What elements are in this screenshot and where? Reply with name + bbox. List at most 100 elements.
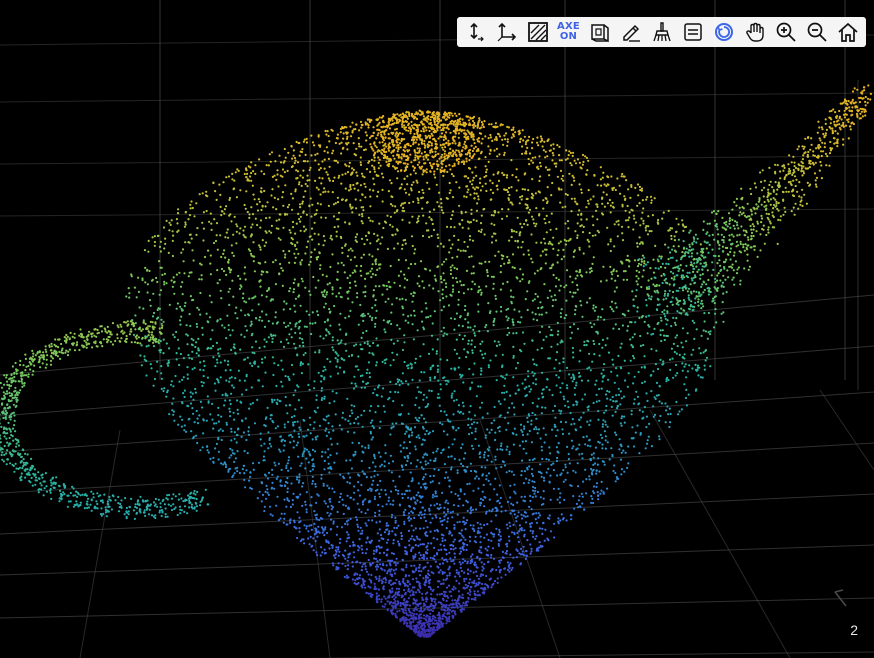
cloud-point (407, 609, 411, 612)
cloud-point (361, 215, 364, 218)
cloud-point (397, 391, 400, 394)
cloud-point (378, 492, 381, 495)
cloud-point (475, 475, 478, 478)
cloud-point (266, 406, 269, 409)
cloud-point (513, 406, 516, 409)
cloud-point (655, 394, 659, 397)
cloud-point (266, 488, 269, 491)
cloud-point (550, 328, 553, 332)
cloud-point (506, 333, 509, 337)
cloud-point (581, 495, 584, 498)
cloud-point (425, 621, 428, 624)
cloud-point (364, 277, 367, 280)
cloud-point (549, 228, 552, 231)
cloud-point (553, 294, 557, 297)
cloud-point (541, 545, 544, 548)
cloud-point (319, 193, 322, 196)
cloud-point (574, 308, 577, 312)
cloud-point (332, 429, 335, 432)
cloud-point (283, 171, 286, 174)
cloud-point (615, 220, 618, 223)
cloud-point (367, 231, 370, 234)
cloud-point (233, 437, 236, 440)
cloud-point (324, 419, 327, 422)
cloud-point (274, 311, 277, 314)
cloud-point (391, 119, 394, 122)
cloud-point (322, 235, 325, 238)
cloud-point (414, 403, 417, 407)
cloud-point (560, 308, 563, 311)
cloud-point (230, 430, 233, 433)
cloud-point (176, 222, 179, 225)
cloud-point (544, 156, 547, 159)
cloud-point (579, 300, 582, 303)
cloud-point (472, 265, 475, 268)
cloud-point (360, 336, 363, 339)
cloud-point (297, 385, 300, 388)
cloud-point (224, 236, 227, 239)
cloud-point (549, 149, 552, 152)
cloud-point (147, 344, 150, 347)
cloud-point (413, 252, 416, 255)
cloud-point (556, 343, 559, 346)
cloud-point (327, 204, 330, 207)
cloud-point (410, 434, 413, 437)
point-cloud-canvas[interactable] (0, 0, 874, 658)
cloud-point (346, 276, 349, 280)
cloud-point (455, 181, 458, 184)
cloud-point (369, 421, 373, 424)
cloud-point (578, 270, 582, 273)
cloud-point (665, 378, 668, 381)
cloud-point (341, 246, 344, 249)
cloud-point (399, 146, 402, 149)
cloud-point (596, 205, 599, 208)
cloud-point (566, 157, 569, 160)
cloud-point (658, 284, 661, 287)
cloud-point (325, 434, 328, 437)
cloud-point (554, 358, 558, 361)
cloud-point (453, 390, 456, 393)
cloud-point (539, 463, 542, 466)
cloud-point (384, 581, 387, 584)
cloud-point (225, 273, 228, 276)
cloud-point (443, 612, 446, 615)
cloud-point (544, 242, 547, 245)
cloud-point (193, 366, 196, 370)
cloud-point (350, 467, 353, 470)
cloud-point (253, 255, 256, 258)
cloud-point (525, 550, 528, 553)
cloud-point (430, 542, 433, 545)
cloud-point (353, 421, 356, 425)
cloud-point (581, 163, 585, 166)
cloud-point (510, 235, 513, 239)
cloud-point (180, 425, 183, 428)
cloud-point (597, 494, 600, 497)
cloud-point (313, 387, 316, 390)
cloud-point (189, 207, 192, 210)
cloud-point (441, 423, 444, 426)
cloud-point (485, 510, 488, 513)
point-cloud-viewer[interactable]: AXE ON 2 (0, 0, 874, 658)
cloud-point (217, 414, 220, 417)
cloud-point (469, 386, 472, 389)
cloud-point (329, 265, 332, 269)
cloud-point (229, 447, 232, 450)
cloud-point (374, 273, 377, 277)
cloud-point (532, 137, 535, 141)
cloud-point (386, 572, 389, 575)
cloud-point (681, 223, 685, 226)
cloud-point (400, 537, 403, 541)
cloud-point (272, 334, 275, 337)
cloud-point (504, 573, 507, 576)
cloud-point (557, 249, 560, 252)
cloud-point (414, 156, 417, 159)
cloud-point (461, 226, 464, 229)
cloud-point (184, 211, 187, 214)
cloud-point (441, 617, 444, 620)
cloud-point (613, 381, 616, 384)
cloud-point (611, 414, 614, 417)
cloud-point (501, 460, 504, 463)
cloud-point (449, 547, 453, 551)
cloud-point (494, 458, 497, 461)
cloud-point (278, 218, 281, 221)
